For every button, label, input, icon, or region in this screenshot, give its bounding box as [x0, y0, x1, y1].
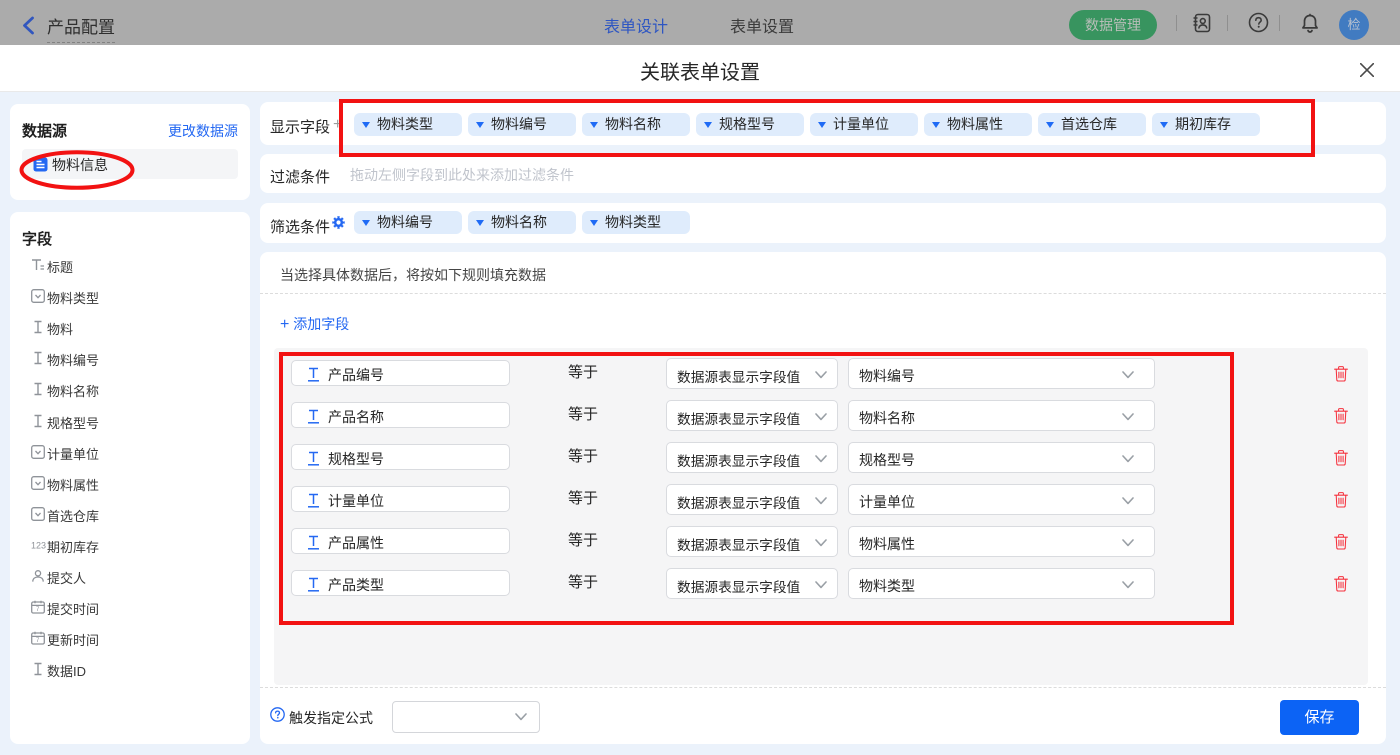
svg-text:7: 7 — [36, 607, 40, 613]
svg-text:7: 7 — [36, 638, 40, 644]
svg-text:123: 123 — [31, 540, 46, 550]
